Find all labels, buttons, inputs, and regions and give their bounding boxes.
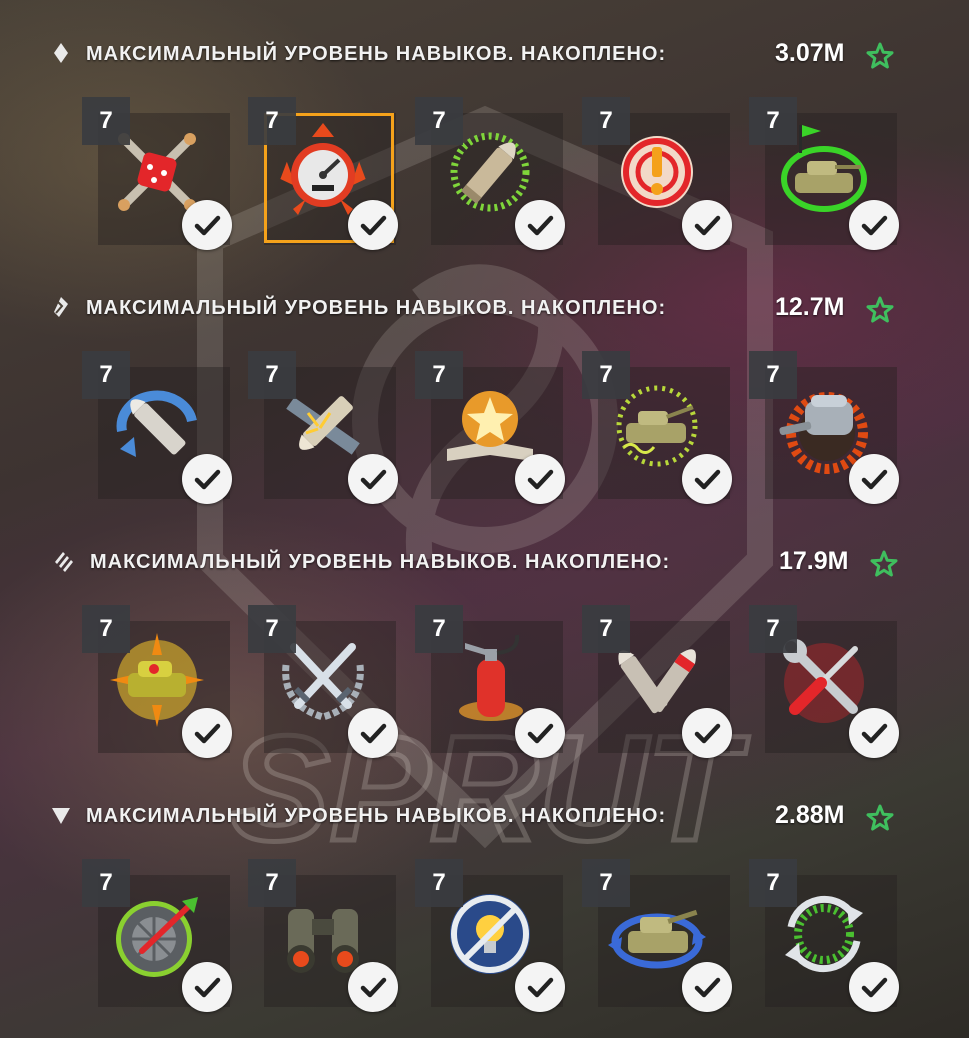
skill-level-badge: 7 [582, 97, 630, 145]
skill-level-badge: 7 [749, 859, 797, 907]
skill-slot-selected[interactable]: 7 [248, 97, 398, 250]
skill-level-badge: 7 [415, 97, 463, 145]
skill-level-badge: 7 [582, 859, 630, 907]
checkmark-icon [182, 708, 232, 758]
skill-slot[interactable]: 7 [749, 97, 899, 250]
checkmark-icon [515, 708, 565, 758]
skill-slot[interactable]: 7 [82, 97, 232, 250]
checkmark-icon [849, 200, 899, 250]
star-icon [866, 42, 894, 69]
skill-section-2: МАКСИМАЛЬНЫЙ УРОВЕНЬ НАВЫКОВ. НАКОПЛЕНО:… [0, 276, 969, 516]
skill-slot[interactable]: 7 [248, 859, 398, 1012]
checkmark-icon [849, 454, 899, 504]
skill-section-3: МАКСИМАЛЬНЫЙ УРОВЕНЬ НАВЫКОВ. НАКОПЛЕНО:… [0, 530, 969, 770]
skill-slot[interactable]: 7 [248, 351, 398, 504]
rank-4-triangle-icon [52, 808, 70, 824]
skill-level-badge: 7 [82, 859, 130, 907]
section-header: МАКСИМАЛЬНЫЙ УРОВЕНЬ НАВЫКОВ. НАКОПЛЕНО:… [50, 794, 930, 834]
checkmark-icon [682, 200, 732, 250]
star-icon [866, 804, 894, 831]
checkmark-icon [849, 708, 899, 758]
star-icon [866, 296, 894, 323]
section-title: МАКСИМАЛЬНЫЙ УРОВЕНЬ НАВЫКОВ. НАКОПЛЕНО: [86, 297, 667, 319]
section-title: МАКСИМАЛЬНЫЙ УРОВЕНЬ НАВЫКОВ. НАКОПЛЕНО: [86, 805, 667, 827]
checkmark-icon [182, 962, 232, 1012]
skill-level-badge: 7 [248, 605, 296, 653]
skill-slot[interactable]: 7 [415, 351, 565, 504]
skill-slot[interactable]: 7 [749, 351, 899, 504]
checkmark-icon [348, 200, 398, 250]
skill-level-badge: 7 [82, 351, 130, 399]
section-title: МАКСИМАЛЬНЫЙ УРОВЕНЬ НАВЫКОВ. НАКОПЛЕНО: [86, 43, 667, 65]
checkmark-icon [348, 454, 398, 504]
skill-slot[interactable]: 7 [248, 605, 398, 758]
skill-section-1: МАКСИМАЛЬНЫЙ УРОВЕНЬ НАВЫКОВ. НАКОПЛЕНО:… [0, 22, 969, 262]
skill-slot[interactable]: 7 [582, 97, 732, 250]
rank-2-chevron-icon [54, 297, 68, 317]
rank-1-diamond-icon [54, 43, 68, 63]
skill-slot[interactable]: 7 [415, 859, 565, 1012]
skill-level-badge: 7 [749, 97, 797, 145]
skill-level-badge: 7 [582, 605, 630, 653]
checkmark-icon [682, 962, 732, 1012]
checkmark-icon [682, 708, 732, 758]
section-header: МАКСИМАЛЬНЫЙ УРОВЕНЬ НАВЫКОВ. НАКОПЛЕНО:… [50, 540, 930, 580]
skill-level-badge: 7 [248, 351, 296, 399]
section-title: МАКСИМАЛЬНЫЙ УРОВЕНЬ НАВЫКОВ. НАКОПЛЕНО: [90, 551, 671, 573]
skill-level-badge: 7 [415, 859, 463, 907]
skill-slot[interactable]: 7 [415, 605, 565, 758]
accumulated-amount: 17.9M [779, 547, 849, 575]
accumulated-amount: 2.88M [775, 801, 845, 829]
skill-slot[interactable]: 7 [582, 605, 732, 758]
skill-slot[interactable]: 7 [82, 859, 232, 1012]
checkmark-icon [182, 454, 232, 504]
checkmark-icon [849, 962, 899, 1012]
checkmark-icon [515, 454, 565, 504]
skill-level-badge: 7 [248, 97, 296, 145]
checkmark-icon [515, 200, 565, 250]
accumulated-amount: 3.07M [775, 39, 845, 67]
skill-level-badge: 7 [82, 605, 130, 653]
accumulated-amount: 12.7M [775, 293, 845, 321]
skill-slot[interactable]: 7 [82, 605, 232, 758]
checkmark-icon [348, 708, 398, 758]
rank-3-chevron-icon [55, 552, 73, 572]
skill-slot[interactable]: 7 [82, 351, 232, 504]
skill-slot[interactable]: 7 [415, 97, 565, 250]
skill-level-badge: 7 [749, 605, 797, 653]
skill-level-badge: 7 [415, 351, 463, 399]
skill-level-badge: 7 [582, 351, 630, 399]
star-icon [870, 550, 898, 577]
skill-level-badge: 7 [82, 97, 130, 145]
skill-slot[interactable]: 7 [582, 351, 732, 504]
checkmark-icon [515, 962, 565, 1012]
skill-level-badge: 7 [415, 605, 463, 653]
checkmark-icon [348, 962, 398, 1012]
section-header: МАКСИМАЛЬНЫЙ УРОВЕНЬ НАВЫКОВ. НАКОПЛЕНО:… [50, 32, 930, 72]
checkmark-icon [182, 200, 232, 250]
skill-slot[interactable]: 7 [749, 605, 899, 758]
section-header: МАКСИМАЛЬНЫЙ УРОВЕНЬ НАВЫКОВ. НАКОПЛЕНО:… [50, 286, 930, 326]
skill-slot[interactable]: 7 [582, 859, 732, 1012]
checkmark-icon [682, 454, 732, 504]
skill-level-badge: 7 [248, 859, 296, 907]
skill-level-badge: 7 [749, 351, 797, 399]
skill-slot[interactable]: 7 [749, 859, 899, 1012]
skill-section-4: МАКСИМАЛЬНЫЙ УРОВЕНЬ НАВЫКОВ. НАКОПЛЕНО:… [0, 784, 969, 1024]
